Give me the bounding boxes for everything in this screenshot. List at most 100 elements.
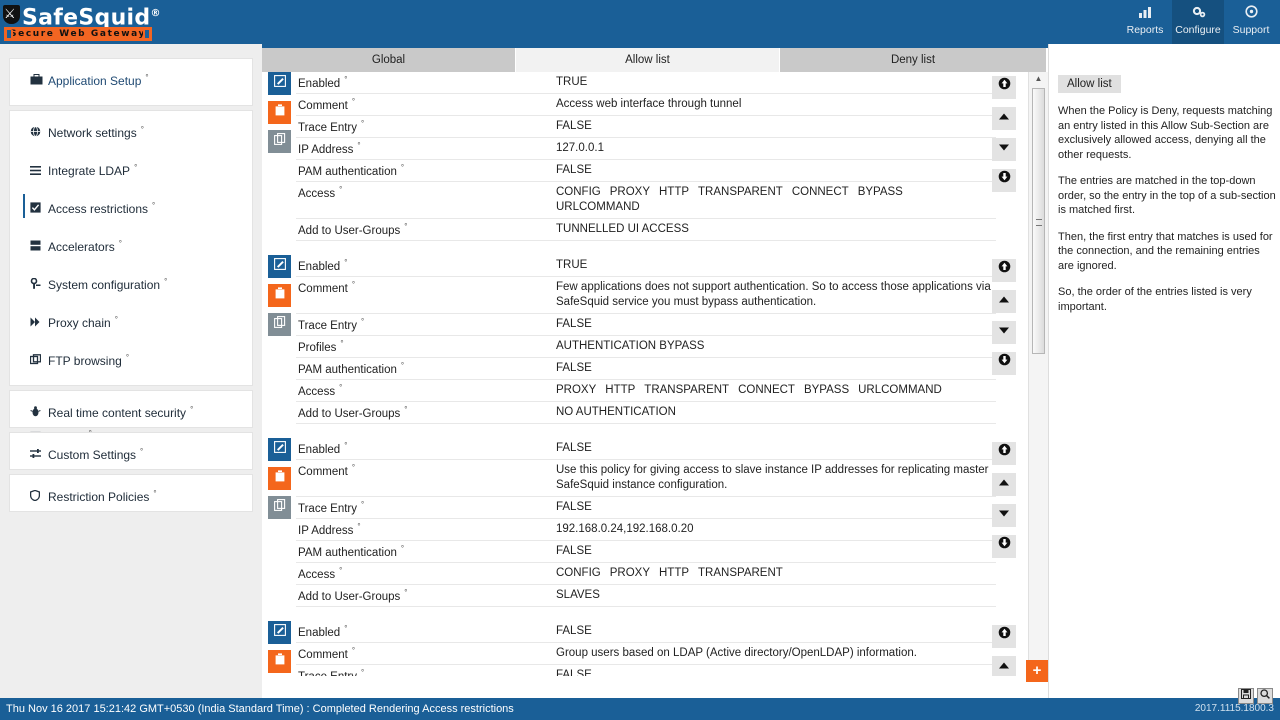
move-to-bottom-button[interactable] [992,169,1016,192]
sidebar-item-access-restrictions[interactable]: Access restrictions ° [10,187,252,225]
topnav-item-support[interactable]: Support [1225,0,1277,44]
delete-entry-button[interactable] [268,467,291,490]
help-icon[interactable]: ° [339,383,342,392]
move-to-bottom-button[interactable] [992,352,1016,375]
move-down-button[interactable] [992,504,1016,527]
help-icon[interactable]: ° [140,433,143,471]
entry-field-value[interactable]: FALSE [554,116,996,137]
entry-field-value[interactable]: TRUE [554,255,996,276]
move-to-top-button[interactable] [992,259,1016,282]
search-config-button[interactable] [1257,688,1273,704]
sidebar-item-custom-settings[interactable]: Custom Settings ° [10,433,252,471]
entry-field-value[interactable]: FALSE [554,497,996,518]
help-icon[interactable]: ° [401,163,404,172]
tab-allow-list[interactable]: Allow list [516,48,779,72]
sidebar-item-network-settings[interactable]: Network settings ° [10,111,252,149]
entry-field-value[interactable]: Group users based on LDAP (Active direct… [554,643,996,664]
entry-field-value[interactable]: CONFIG PROXY HTTP TRANSPARENT [554,563,996,584]
help-icon[interactable]: ° [145,59,148,97]
help-icon[interactable]: ° [344,624,347,633]
copy-entry-button[interactable] [268,313,291,336]
content-scrollbar[interactable]: ▲ ▼ [1028,72,1048,676]
help-icon[interactable]: ° [404,222,407,231]
move-up-button[interactable] [992,656,1016,676]
topnav-item-configure[interactable]: Configure [1172,0,1224,44]
help-icon[interactable]: ° [352,646,355,655]
tab-deny-list[interactable]: Deny list [780,48,1046,72]
help-icon[interactable]: ° [134,149,137,187]
tab-global[interactable]: Global [262,48,515,72]
help-icon[interactable]: ° [339,566,342,575]
move-up-button[interactable] [992,107,1016,130]
entry-field-value[interactable]: FALSE [554,160,996,181]
entry-field-value[interactable]: FALSE [554,358,996,379]
copy-entry-button[interactable] [268,130,291,153]
help-icon[interactable]: ° [352,97,355,106]
delete-entry-button[interactable] [268,101,291,124]
help-icon[interactable]: ° [352,280,355,289]
edit-entry-button[interactable] [268,438,291,461]
help-icon[interactable]: ° [190,391,193,429]
entry-field-value[interactable]: Access web interface through tunnel [554,94,996,115]
move-to-bottom-button[interactable] [992,535,1016,558]
help-icon[interactable]: ° [126,339,129,377]
sidebar-item-integrate-ldap[interactable]: Integrate LDAP ° [10,149,252,187]
help-icon[interactable]: ° [344,258,347,267]
edit-entry-button[interactable] [268,621,291,644]
help-icon[interactable]: ° [152,187,155,225]
sidebar-item-real-time-content-security[interactable]: Real time content security ° [10,391,252,429]
sidebar-item-restriction-policies[interactable]: Restriction Policies ° [10,475,252,513]
entry-field-value[interactable]: TUNNELLED UI ACCESS [554,219,996,240]
edit-entry-button[interactable] [268,72,291,95]
move-to-top-button[interactable] [992,625,1016,648]
help-icon[interactable]: ° [361,119,364,128]
entry-field-value[interactable]: NO AUTHENTICATION [554,402,996,423]
help-icon[interactable]: ° [357,141,360,150]
move-to-top-button[interactable] [992,76,1016,99]
help-icon[interactable]: ° [115,301,118,339]
sidebar-item-application-setup[interactable]: Application Setup ° [10,59,252,97]
help-icon[interactable]: ° [340,339,343,348]
entry-field-value[interactable]: PROXY HTTP TRANSPARENT CONNECT BYPASS URLCOMM… [554,380,996,401]
brand-logo[interactable]: SafeSquid® Secure Web Gateway [0,0,160,44]
topnav-item-reports[interactable]: Reports [1119,0,1171,44]
move-down-button[interactable] [992,138,1016,161]
help-icon[interactable]: ° [352,463,355,472]
help-icon[interactable]: ° [153,475,156,513]
move-to-top-button[interactable] [992,442,1016,465]
entry-field-value[interactable]: Use this policy for giving access to sla… [554,460,996,496]
entry-field-value[interactable]: FALSE [554,314,996,335]
sidebar-item-system-configuration[interactable]: System configuration ° [10,263,252,301]
help-icon[interactable]: ° [401,361,404,370]
help-icon[interactable]: ° [339,185,342,194]
help-icon[interactable]: ° [357,522,360,531]
entry-field-value[interactable]: 127.0.0.1 [554,138,996,159]
sidebar-item-ftp-browsing[interactable]: FTP browsing ° [10,339,252,377]
entry-field-value[interactable]: 192.168.0.24,192.168.0.20 [554,519,996,540]
sidebar-item-proxy-chain[interactable]: Proxy chain ° [10,301,252,339]
save-config-button[interactable] [1238,688,1254,704]
delete-entry-button[interactable] [268,284,291,307]
entry-field-value[interactable]: CONFIG PROXY HTTP TRANSPARENT CONNECT BYPASS U… [554,182,996,218]
help-icon[interactable]: ° [119,225,122,263]
entry-field-value[interactable]: FALSE [554,541,996,562]
entry-field-value[interactable]: FALSE [554,621,996,642]
entry-field-value[interactable]: FALSE [554,438,996,459]
entry-field-value[interactable]: TRUE [554,72,996,93]
entry-field-value[interactable]: Few applications does not support authen… [554,277,996,313]
scrollbar-thumb[interactable] [1032,88,1045,354]
help-icon[interactable]: ° [401,544,404,553]
move-up-button[interactable] [992,290,1016,313]
help-icon[interactable]: ° [361,317,364,326]
help-icon[interactable]: ° [361,500,364,509]
help-icon[interactable]: ° [164,263,167,301]
sidebar-item-accelerators[interactable]: Accelerators ° [10,225,252,263]
entry-field-value[interactable]: SLAVES [554,585,996,606]
add-entry-button[interactable]: + [1026,660,1048,682]
move-up-button[interactable] [992,473,1016,496]
entry-field-value[interactable]: AUTHENTICATION BYPASS [554,336,996,357]
help-icon[interactable]: ° [404,405,407,414]
delete-entry-button[interactable] [268,650,291,673]
entry-field-value[interactable]: FALSE [554,665,996,676]
scroll-up-arrow-icon[interactable]: ▲ [1029,72,1048,86]
